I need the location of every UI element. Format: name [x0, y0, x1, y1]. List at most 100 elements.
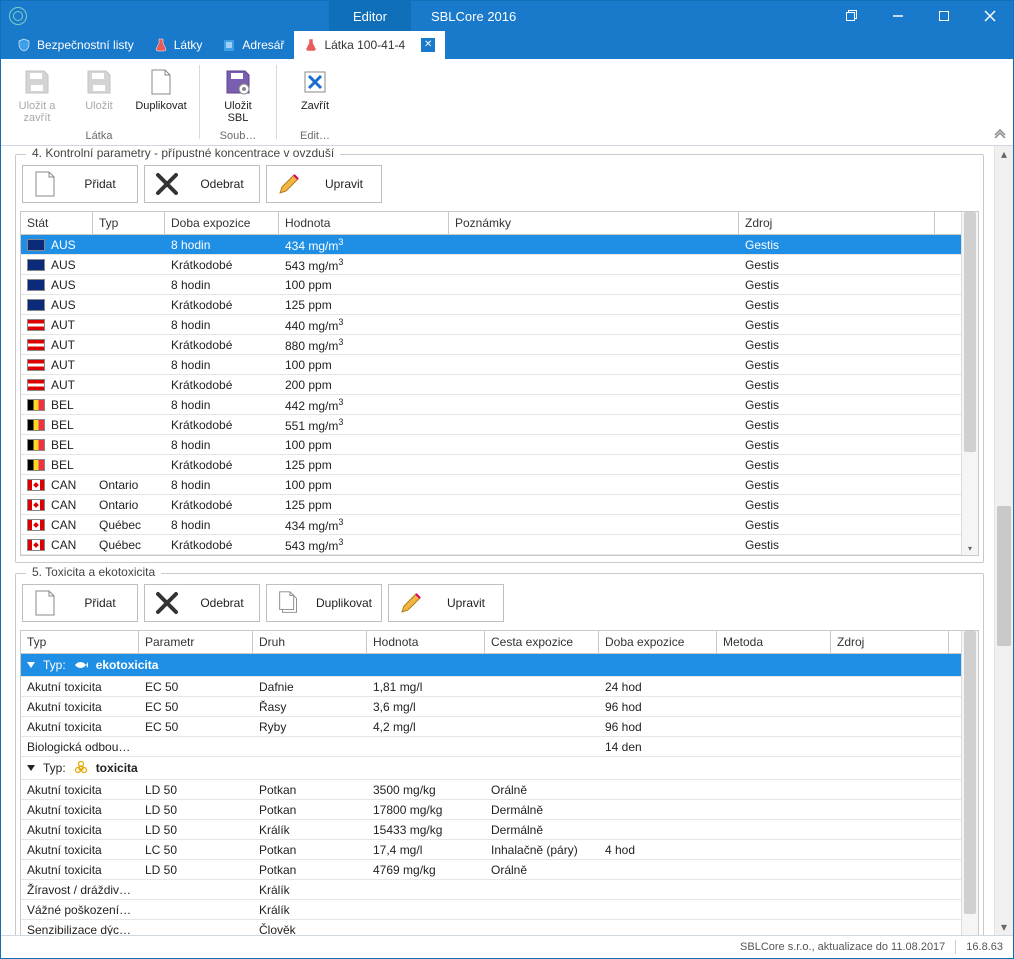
table-cell — [93, 344, 165, 346]
close-button[interactable]: Zavřít — [285, 63, 345, 115]
table-row[interactable]: Akutní toxicitaLD 50Potkan17800 mg/kgDer… — [21, 800, 961, 820]
table-cell: Gestis — [739, 457, 935, 473]
s5-remove-button[interactable]: Odebrat — [144, 584, 260, 622]
scroll-down-icon[interactable]: ▾ — [995, 919, 1013, 935]
table-cell: EC 50 — [139, 679, 253, 695]
window-maximize-button[interactable] — [921, 1, 967, 31]
grid-vertical-scrollbar[interactable]: ▴ ▾ — [961, 212, 978, 555]
col-header[interactable]: Typ — [93, 212, 165, 234]
table-row[interactable]: BEL8 hodin100 ppmGestis — [21, 435, 961, 455]
expand-icon[interactable] — [27, 662, 35, 668]
table-row[interactable]: AUS8 hodin434 mg/m3Gestis — [21, 235, 961, 255]
table-row[interactable]: Akutní toxicitaLC 50Potkan17,4 mg/lInhal… — [21, 840, 961, 860]
table-row[interactable]: BEL8 hodin442 mg/m3Gestis — [21, 395, 961, 415]
doc-tab-1[interactable]: Látky — [144, 31, 213, 59]
table-cell: Orálně — [485, 782, 599, 798]
titlebar: Editor SBLCore 2016 — [1, 1, 1013, 31]
col-header[interactable]: Parametr — [139, 631, 253, 653]
table-row[interactable]: Akutní toxicitaLD 50Králík15433 mg/kgDer… — [21, 820, 961, 840]
scroll-thumb[interactable] — [964, 631, 976, 914]
col-header[interactable]: Zdroj — [739, 212, 935, 234]
group-row[interactable]: Typ: ekotoxicita — [21, 654, 961, 677]
window-restore-down-button[interactable] — [829, 1, 875, 31]
table-cell: CAN — [21, 517, 93, 533]
col-header[interactable]: Typ — [21, 631, 139, 653]
table-row[interactable]: CANOntarioKrátkodobé125 ppmGestis — [21, 495, 961, 515]
table-row[interactable]: BELKrátkodobé125 ppmGestis — [21, 455, 961, 475]
table-cell: 8 hodin — [165, 517, 279, 533]
save-sbl-button[interactable]: UložitSBL — [208, 63, 268, 127]
table-row[interactable]: CANQuébecKrátkodobé543 mg/m3Gestis — [21, 535, 961, 555]
flag-icon — [27, 279, 45, 291]
col-header[interactable]: Druh — [253, 631, 367, 653]
scroll-thumb[interactable] — [964, 212, 976, 452]
s4-add-button[interactable]: Přidat — [22, 165, 138, 203]
table-cell: 543 mg/m3 — [279, 256, 449, 274]
table-row[interactable]: Akutní toxicitaEC 50Řasy3,6 mg/l96 hod — [21, 697, 961, 717]
table-row[interactable]: AUSKrátkodobé543 mg/m3Gestis — [21, 255, 961, 275]
ribbon-btn-label: UložitSBL — [224, 100, 252, 124]
table-cell: Québec — [93, 537, 165, 553]
doc-tab-3[interactable]: Látka 100-41-4✕ — [294, 31, 445, 59]
s4-edit-button[interactable]: Upravit — [266, 165, 382, 203]
table-row[interactable]: Akutní toxicitaEC 50Ryby4,2 mg/l96 hod — [21, 717, 961, 737]
col-header[interactable]: Zdroj — [831, 631, 949, 653]
table-row[interactable]: AUSKrátkodobé125 ppmGestis — [21, 295, 961, 315]
table-row[interactable]: Vážné poškození o…Králík — [21, 900, 961, 920]
table-row[interactable]: AUT8 hodin100 ppmGestis — [21, 355, 961, 375]
titlebar-active-tab[interactable]: Editor — [329, 1, 411, 31]
col-header[interactable]: Stát — [21, 212, 93, 234]
table-cell — [449, 404, 739, 406]
col-header[interactable]: Hodnota — [279, 212, 449, 234]
table-row[interactable]: BELKrátkodobé551 mg/m3Gestis — [21, 415, 961, 435]
table-row[interactable]: Akutní toxicitaLD 50Potkan3500 mg/kgOrál… — [21, 780, 961, 800]
table-row[interactable]: AUTKrátkodobé880 mg/m3Gestis — [21, 335, 961, 355]
table-row[interactable]: Akutní toxicitaEC 50Dafnie1,81 mg/l24 ho… — [21, 677, 961, 697]
window-minimize-button[interactable] — [875, 1, 921, 31]
table-row[interactable]: Akutní toxicitaLD 50Potkan4769 mg/kgOrál… — [21, 860, 961, 880]
table-cell: Dermálně — [485, 822, 599, 838]
doc-tab-0[interactable]: Bezpečnostní listy — [7, 31, 144, 59]
table-row[interactable]: Biologická odbour…14 den — [21, 737, 961, 757]
table-row[interactable]: CANQuébec8 hodin434 mg/m3Gestis — [21, 515, 961, 535]
ribbon-btn-label: Duplikovat — [135, 100, 186, 112]
scroll-thumb[interactable] — [997, 506, 1011, 646]
table-row[interactable]: AUT8 hodin440 mg/m3Gestis — [21, 315, 961, 335]
duplicate-button[interactable]: Duplikovat — [131, 63, 191, 127]
table-row[interactable]: AUTKrátkodobé200 ppmGestis — [21, 375, 961, 395]
col-header[interactable]: Cesta expozice — [485, 631, 599, 653]
table-row[interactable]: AUS8 hodin100 ppmGestis — [21, 275, 961, 295]
group-row[interactable]: Typ: toxicita — [21, 757, 961, 780]
window-close-button[interactable] — [967, 1, 1013, 31]
limits-grid: StátTypDoba expoziceHodnotaPoznámkyZdroj… — [20, 211, 979, 556]
col-header[interactable]: Hodnota — [367, 631, 485, 653]
scroll-up-icon[interactable]: ▴ — [995, 146, 1013, 162]
s5-edit-button[interactable]: Upravit — [388, 584, 504, 622]
table-row[interactable]: CANOntario8 hodin100 ppmGestis — [21, 475, 961, 495]
col-header[interactable]: Doba expozice — [599, 631, 717, 653]
page-vertical-scrollbar[interactable]: ▴ ▾ — [994, 146, 1013, 935]
col-header[interactable]: Doba expozice — [165, 212, 279, 234]
table-cell — [93, 304, 165, 306]
status-version: 16.8.63 — [966, 941, 1003, 953]
table-cell: 1,81 mg/l — [367, 679, 485, 695]
doc-tab-label: Látky — [174, 38, 203, 52]
col-header[interactable]: Poznámky — [449, 212, 739, 234]
table-cell — [93, 244, 165, 246]
table-row[interactable]: Žíravost / dráždivos…Králík — [21, 880, 961, 900]
s5-duplicate-button[interactable]: Duplikovat — [266, 584, 382, 622]
status-company: SBLCore s.r.o., aktualizace do 11.08.201… — [740, 941, 945, 953]
ribbon-collapse-icon[interactable] — [993, 127, 1007, 141]
s4-remove-button[interactable]: Odebrat — [144, 165, 260, 203]
s5-add-button[interactable]: Přidat — [22, 584, 138, 622]
expand-icon[interactable] — [27, 765, 35, 771]
table-cell — [449, 244, 739, 246]
table-cell: Krátkodobé — [165, 297, 279, 313]
doc-tab-2[interactable]: Adresář — [212, 31, 294, 59]
table-row[interactable]: Senzibilizace dýcha…Člověk — [21, 920, 961, 935]
table-cell — [717, 869, 831, 871]
grid-vertical-scrollbar[interactable]: ▴ ▾ — [961, 631, 978, 935]
scroll-down-icon[interactable]: ▾ — [962, 541, 978, 555]
tab-close-icon[interactable]: ✕ — [421, 38, 435, 52]
col-header[interactable]: Metoda — [717, 631, 831, 653]
